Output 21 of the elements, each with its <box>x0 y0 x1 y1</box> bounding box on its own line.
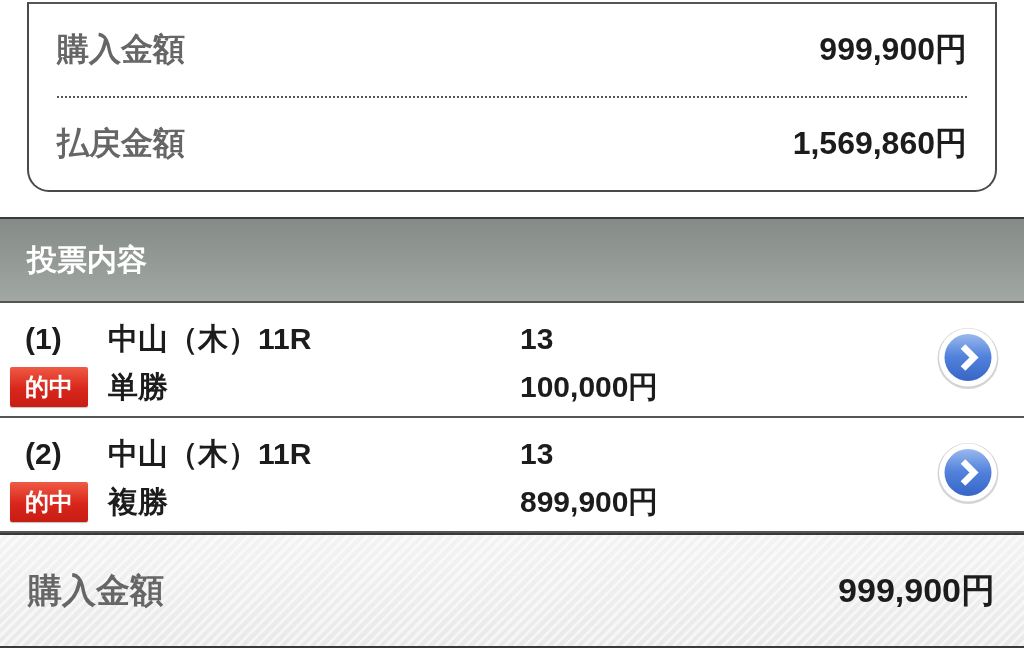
race-name: 中山（木）11R <box>108 320 312 357</box>
total-label: 購入金額 <box>28 569 164 611</box>
bet-number: (2) <box>24 437 62 471</box>
chevron-circle-icon[interactable] <box>937 327 999 389</box>
race-name: 中山（木）11R <box>108 435 312 472</box>
bet-amount: 100,000円 <box>520 368 659 405</box>
bet-number: (1) <box>24 322 62 356</box>
horse-number: 13 <box>520 437 554 471</box>
amount-label: 払戻金額 <box>57 124 185 163</box>
section-header: 投票内容 <box>0 217 1024 303</box>
amount-value: 1,569,860円 <box>792 124 967 163</box>
amount-label: 購入金額 <box>57 30 185 69</box>
hit-badge: 的中 <box>10 367 88 407</box>
hit-badge: 的中 <box>10 482 88 522</box>
amount-value: 999,900円 <box>819 30 967 69</box>
bet-amount: 899,900円 <box>520 483 659 520</box>
horse-number: 13 <box>520 322 554 356</box>
bet-type: 複勝 <box>108 483 168 520</box>
chevron-circle-icon[interactable] <box>937 442 999 504</box>
bet-type: 単勝 <box>108 368 168 405</box>
total-value: 999,900円 <box>838 569 995 611</box>
